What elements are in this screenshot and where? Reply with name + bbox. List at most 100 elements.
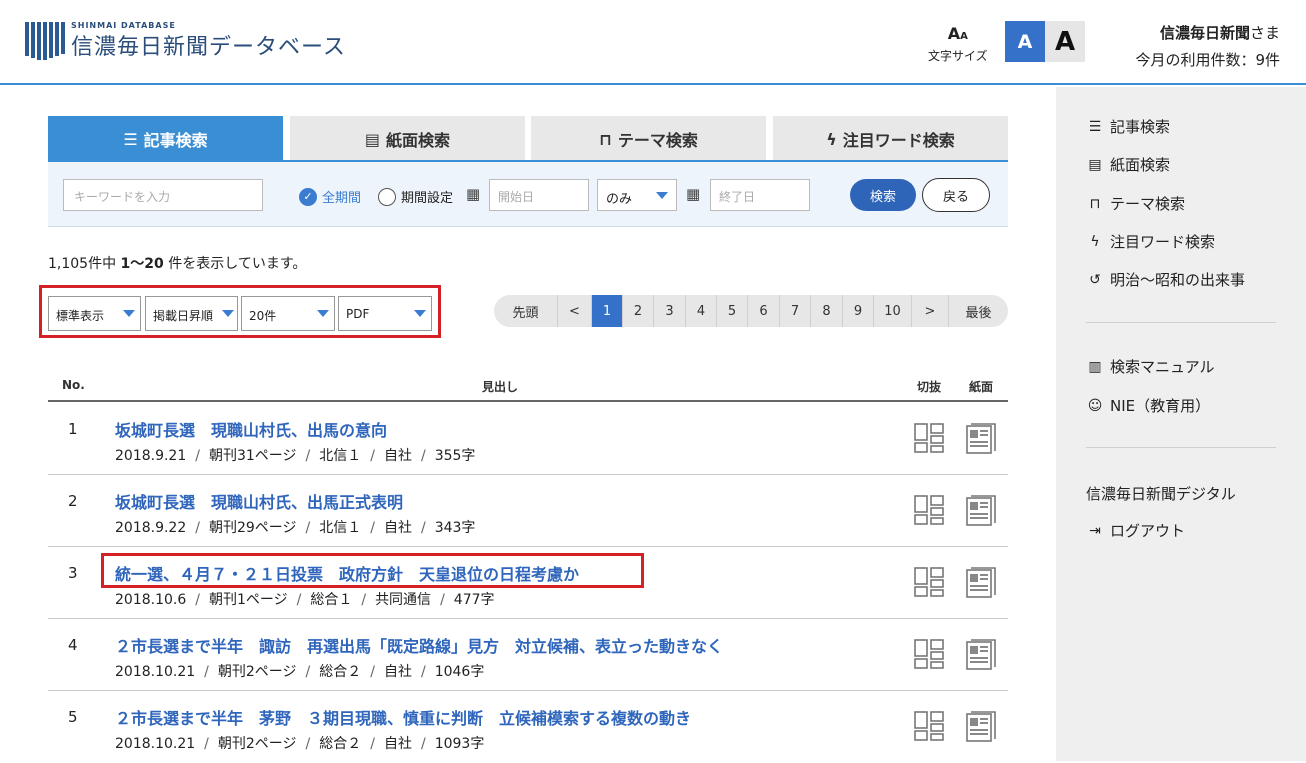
result-summary: 1,105件中 1〜20 件を表示しています。 xyxy=(48,253,306,273)
article-page: 朝刊2ページ xyxy=(217,736,297,752)
bookmark-icon: ⊓ xyxy=(599,129,612,149)
page-1[interactable]: 1 xyxy=(591,295,622,327)
clipping-icon[interactable] xyxy=(914,639,944,669)
page-4[interactable]: 4 xyxy=(685,295,716,327)
chevron-down-icon xyxy=(656,192,668,199)
page-2[interactable]: 2 xyxy=(622,295,653,327)
lightning-icon: ϟ xyxy=(1090,233,1100,250)
per-page-select[interactable]: 20件 xyxy=(241,296,335,331)
page-3[interactable]: 3 xyxy=(653,295,685,327)
pagination: 先頭 < 1 2 3 4 5 6 7 8 9 10 > 最後 xyxy=(494,295,1008,327)
radio-label: 期間設定 xyxy=(401,191,454,206)
keyword-input[interactable]: キーワードを入力 xyxy=(63,179,263,211)
sidebar-item-nie[interactable]: ☺ NIE（教育用） xyxy=(1086,395,1210,416)
user-suffix: さま xyxy=(1249,24,1280,42)
newspaper-page-icon[interactable] xyxy=(966,495,998,527)
sidebar-item-logout[interactable]: ⇥ ログアウト xyxy=(1086,520,1185,541)
table-row: 4 ２市長選まで半年 諏訪 再選出馬「既定路線」見方 対立候補、表立った動きなく… xyxy=(48,619,1008,691)
list-icon: ☰ xyxy=(1088,118,1102,135)
history-icon: ↺ xyxy=(1089,271,1101,288)
sidebar-label: ログアウト xyxy=(1110,522,1186,540)
article-chars: 477字 xyxy=(453,592,495,608)
article-source: 共同通信 xyxy=(375,592,432,608)
sidebar-divider xyxy=(1086,447,1276,448)
tab-theme-search[interactable]: ⊓ テーマ検索 xyxy=(531,116,766,162)
newspaper-page-icon[interactable] xyxy=(966,711,998,743)
select-value: 掲載日昇順 xyxy=(153,309,214,323)
clipping-icon[interactable] xyxy=(914,423,944,453)
col-paper: 紙面 xyxy=(969,380,994,394)
radio-period-setting[interactable]: 期間設定 xyxy=(378,187,453,206)
select-value: PDF xyxy=(346,307,370,321)
sidebar-item-manual[interactable]: ▥ 検索マニュアル xyxy=(1086,356,1214,377)
select-value: 20件 xyxy=(249,309,277,323)
newspaper-page-icon[interactable] xyxy=(966,567,998,599)
newspaper-icon: ▤ xyxy=(1088,156,1102,173)
format-select[interactable]: PDF xyxy=(338,296,432,331)
newspaper-page-icon[interactable] xyxy=(966,423,998,455)
book-icon: ▥ xyxy=(1088,358,1102,375)
view-mode-select[interactable]: 標準表示 xyxy=(48,296,141,331)
user-name: 信濃毎日新聞 xyxy=(1159,24,1250,42)
newspaper-page-icon[interactable] xyxy=(966,639,998,671)
chevron-down-icon xyxy=(414,310,426,317)
article-date: 2018.9.21 xyxy=(115,448,187,464)
page-next[interactable]: > xyxy=(911,295,948,327)
tab-paper-search[interactable]: ▤ 紙面検索 xyxy=(290,116,525,162)
clipping-icon[interactable] xyxy=(914,711,944,741)
result-total: 1,105件中 xyxy=(48,256,117,272)
end-date-input[interactable]: 終了日 xyxy=(710,179,810,211)
select-value: のみ xyxy=(606,192,633,207)
table-row: 2 坂城町長選 現職山村氏、出馬正式表明 2018.9.22/朝刊29ページ / 北… xyxy=(48,475,1008,547)
article-title-link[interactable]: ２市長選まで半年 諏訪 再選出馬「既定路線」見方 対立候補、表立った動きなく xyxy=(115,633,723,657)
sidebar-item-keyword-search[interactable]: ϟ 注目ワード検索 xyxy=(1086,231,1215,252)
sidebar-item-theme-search[interactable]: ⊓ テーマ検索 xyxy=(1086,193,1185,214)
font-size-large-button[interactable]: A xyxy=(1045,21,1085,62)
sidebar-divider xyxy=(1086,322,1276,323)
page-9[interactable]: 9 xyxy=(842,295,873,327)
page-first[interactable]: 先頭 xyxy=(494,295,557,327)
tab-article-search[interactable]: ☰ 記事検索 xyxy=(48,116,283,162)
page-6[interactable]: 6 xyxy=(747,295,779,327)
article-chars: 343字 xyxy=(434,520,476,536)
sidebar-item-paper-search[interactable]: ▤ 紙面検索 xyxy=(1086,154,1170,175)
sidebar-item-article-search[interactable]: ☰ 記事検索 xyxy=(1086,116,1170,137)
tab-keyword-search[interactable]: ϟ 注目ワード検索 xyxy=(773,116,1008,162)
clipping-icon[interactable] xyxy=(914,567,944,597)
article-title-link[interactable]: 坂城町長選 現職山村氏、出馬の意向 xyxy=(115,417,387,441)
chevron-down-icon xyxy=(317,310,329,317)
font-size-control: AA 文字サイズ xyxy=(928,26,988,64)
logout-icon: ⇥ xyxy=(1089,522,1101,539)
tab-label: 紙面検索 xyxy=(386,131,451,150)
search-button[interactable]: 検索 xyxy=(850,179,916,211)
page-7[interactable]: 7 xyxy=(779,295,810,327)
radio-all-period[interactable]: ✓ 全期間 xyxy=(299,187,361,206)
row-number: 3 xyxy=(68,564,78,582)
page-last[interactable]: 最後 xyxy=(948,295,1008,327)
page-10[interactable]: 10 xyxy=(873,295,911,327)
table-row: 5 ２市長選まで半年 茅野 ３期目現職、慎重に判断 立候補模索する複数の動き 2… xyxy=(48,691,1008,763)
table-header: No. 見出し 切抜 紙面 xyxy=(48,370,1008,402)
sidebar-item-digital[interactable]: 信濃毎日新聞デジタル xyxy=(1086,483,1236,504)
select-value: 標準表示 xyxy=(56,309,105,323)
sidebar-item-history[interactable]: ↺ 明治〜昭和の出来事 xyxy=(1086,269,1245,290)
article-meta: 2018.10.21/朝刊2ページ / 総合２/自社/1046字 xyxy=(115,664,485,680)
page-8[interactable]: 8 xyxy=(810,295,842,327)
sort-order-select[interactable]: 掲載日昇順 xyxy=(145,296,238,331)
font-size-small-button[interactable]: A xyxy=(1005,21,1045,62)
logo[interactable]: SHINMAI DATABASE 信濃毎日新聞データベース xyxy=(25,21,346,61)
col-title: 見出し xyxy=(482,380,519,394)
start-date-input[interactable]: 開始日 xyxy=(489,179,589,211)
article-title-link[interactable]: ２市長選まで半年 茅野 ３期目現職、慎重に判断 立候補模索する複数の動き xyxy=(115,705,691,729)
article-date: 2018.10.21 xyxy=(115,664,196,680)
page-5[interactable]: 5 xyxy=(716,295,747,327)
newspaper-icon: ▤ xyxy=(364,129,381,149)
article-title-link[interactable]: 坂城町長選 現職山村氏、出馬正式表明 xyxy=(115,489,403,513)
search-panel: キーワードを入力 ✓ 全期間 期間設定 ▦ 開始日 のみ ▦ 終了日 検索 戻る xyxy=(48,162,1008,227)
result-suffix: 件を表示しています。 xyxy=(168,256,307,272)
back-button[interactable]: 戻る xyxy=(922,178,990,212)
date-mode-select[interactable]: のみ xyxy=(597,179,677,211)
article-meta: 2018.10.6/朝刊1ページ / 総合１/共同通信/477字 xyxy=(115,592,495,608)
page-prev[interactable]: < xyxy=(557,295,591,327)
clipping-icon[interactable] xyxy=(914,495,944,525)
